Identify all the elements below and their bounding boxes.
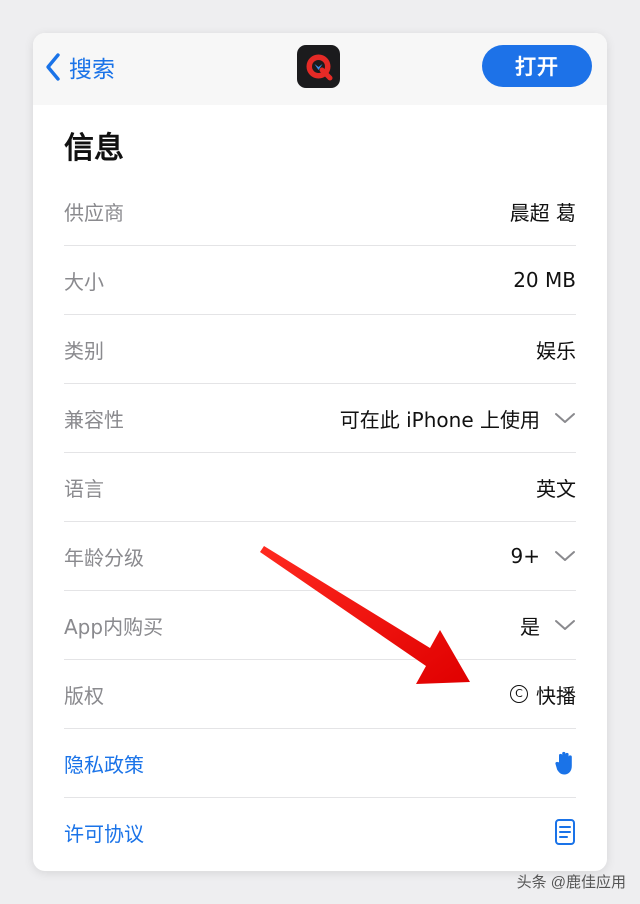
language-value: 英文 [536,476,576,501]
row-value: 可在此 iPhone 上使用 [340,404,576,433]
back-button[interactable]: 搜索 [45,49,115,85]
info-row-age-rating[interactable]: 年龄分级 9+ [64,522,576,591]
row-label: 年龄分级 [64,545,144,570]
app-icon [297,45,340,88]
navigation-bar: 搜索 打开 [33,33,607,105]
row-label: 供应商 [64,200,124,225]
category-value: 娱乐 [536,338,576,363]
row-value: 娱乐 [536,335,576,364]
info-row-language: 语言 英文 [64,453,576,522]
row-label: 版权 [64,683,104,708]
watermark: 头条 @鹿佳应用 [516,874,626,891]
size-value: 20 MB [513,268,576,292]
row-label: 大小 [64,269,104,294]
row-label: App内购买 [64,614,164,639]
info-row-size: 大小 20 MB [64,246,576,315]
section-title: 信息 [64,131,124,166]
row-value: C 快播 [510,680,576,709]
back-button-label: 搜索 [69,57,115,83]
row-value: 英文 [536,473,576,502]
info-row-in-app-purchase[interactable]: App内购买 是 [64,591,576,660]
chevron-down-icon[interactable] [554,411,576,425]
in-app-purchase-value: 是 [520,614,540,639]
license-agreement-link[interactable]: 许可协议 [64,798,576,866]
row-label: 语言 [64,476,104,501]
chevron-down-icon[interactable] [554,618,576,632]
row-label: 类别 [64,338,104,363]
info-list: 供应商 晨超 葛 大小 20 MB 类别 娱乐 兼容性 可在此 iPhone 上… [64,177,576,866]
privacy-policy-label: 隐私政策 [64,752,144,777]
info-row-compatibility[interactable]: 兼容性 可在此 iPhone 上使用 [64,384,576,453]
age-rating-value: 9+ [510,544,540,568]
info-row-provider: 供应商 晨超 葛 [64,177,576,246]
open-button[interactable]: 打开 [482,45,592,87]
chevron-down-icon[interactable] [554,549,576,563]
row-value: 是 [520,611,576,640]
info-row-copyright: 版权 C 快播 [64,660,576,729]
row-label: 兼容性 [64,407,124,432]
provider-value: 晨超 葛 [509,200,576,225]
hand-icon [555,751,572,775]
app-info-card: 搜索 打开 信息 供应商 晨超 葛 大小 20 MB 类别 娱乐 兼容性 可在此… [33,33,607,871]
info-row-category: 类别 娱乐 [64,315,576,384]
row-value: 9+ [511,544,576,568]
document-icon [555,819,575,845]
chevron-left-icon [46,53,60,81]
privacy-policy-link[interactable]: 隐私政策 [64,729,576,798]
row-value: 20 MB [513,268,576,292]
compatibility-value: 可在此 iPhone 上使用 [339,407,540,432]
license-agreement-label: 许可协议 [64,821,144,846]
copyright-value: 快播 [536,683,576,708]
row-value: 晨超 葛 [510,197,576,226]
copyright-icon: C [510,685,528,703]
